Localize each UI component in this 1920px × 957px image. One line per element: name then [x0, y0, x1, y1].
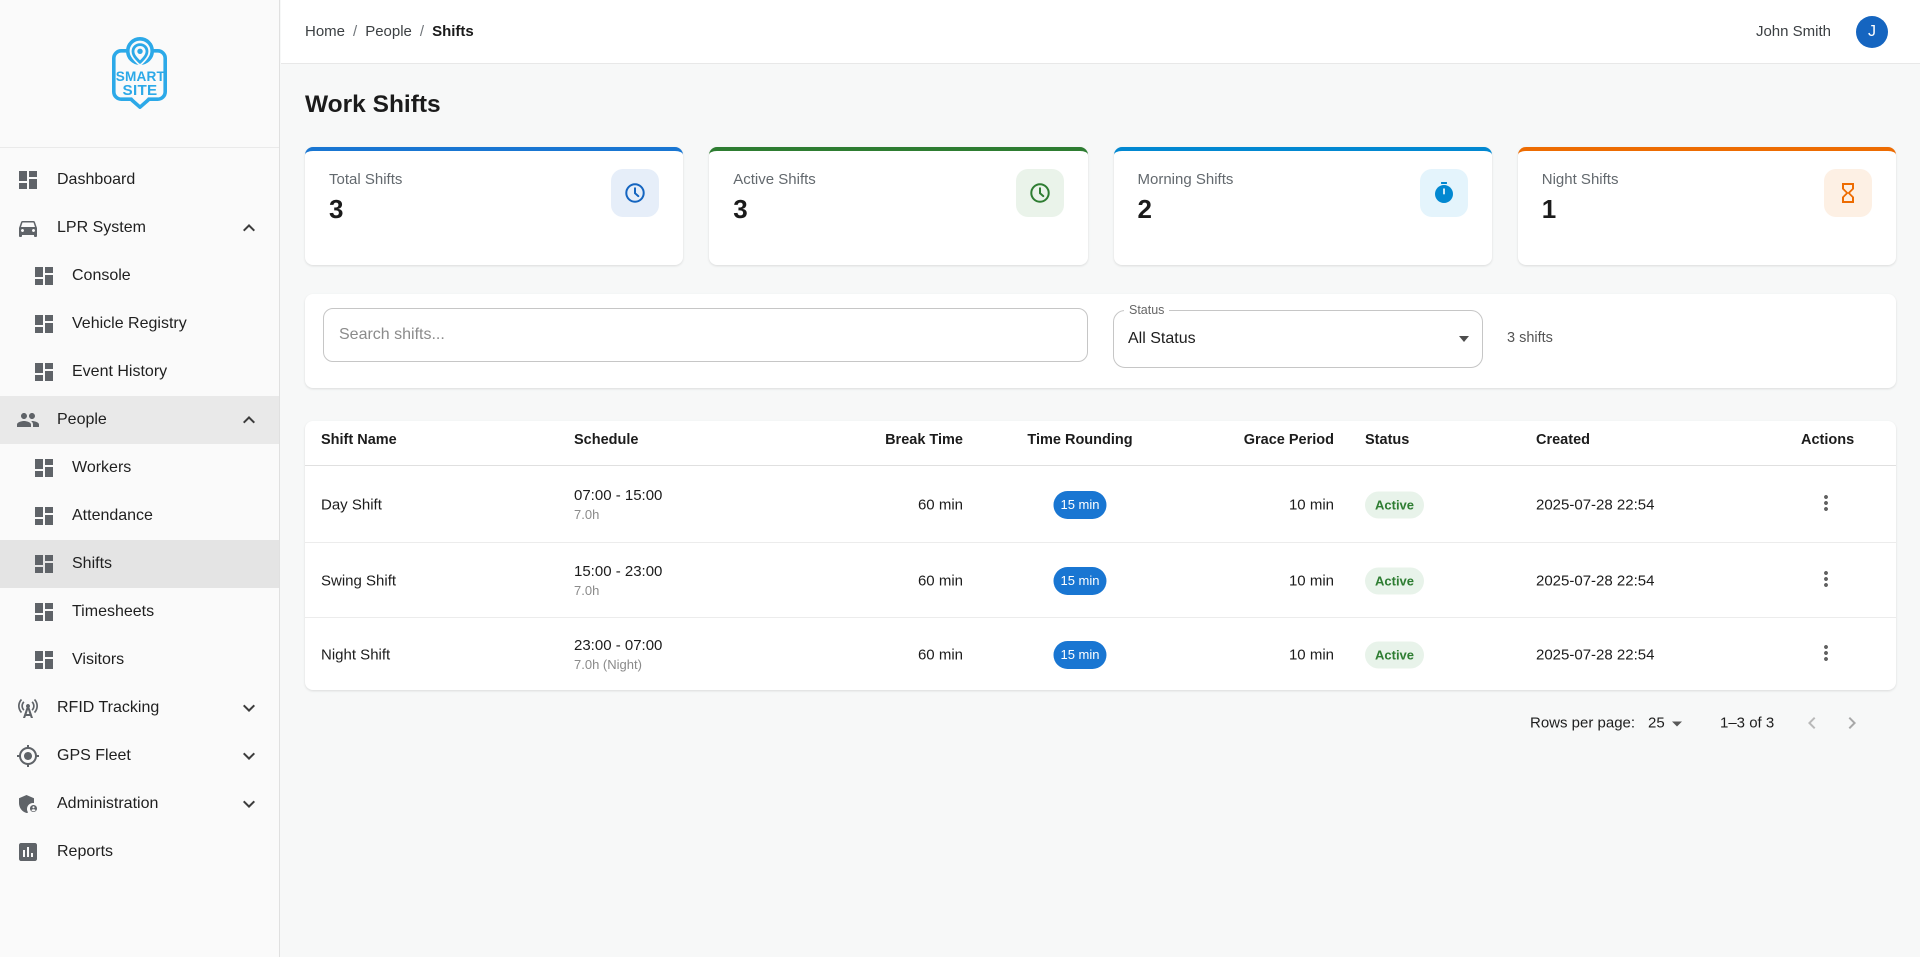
svg-text:SITE: SITE: [122, 81, 157, 98]
